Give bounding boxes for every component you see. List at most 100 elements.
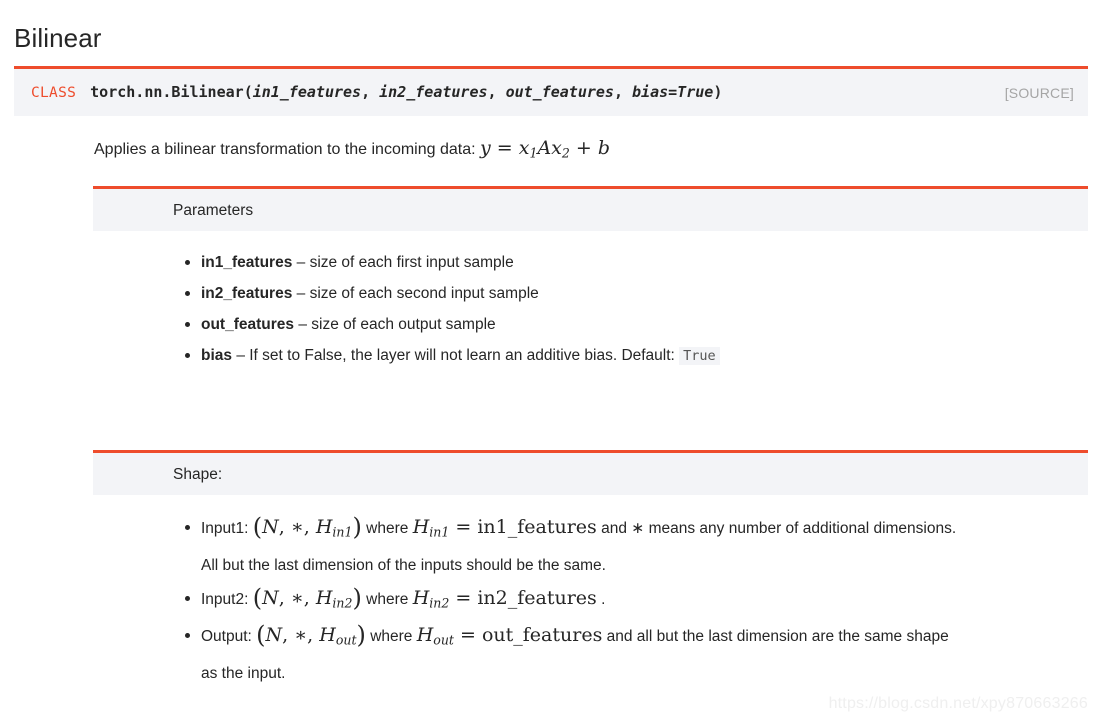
formula-equals: = (490, 137, 519, 159)
shape-continuation-2: as the input. (201, 664, 286, 682)
shape-tail-0: and ∗ means any number of additional dim… (601, 520, 957, 537)
paren-close: ) (352, 583, 362, 612)
formula-x1: x (518, 137, 530, 159)
tuple-H-0: H (315, 516, 333, 538)
paren-open: ( (256, 621, 266, 649)
paren-close: ) (352, 513, 362, 541)
tuple-N-0: N (262, 516, 279, 538)
list-item: out_features – size of each output sampl… (185, 309, 1088, 340)
page-title: Bilinear (14, 23, 102, 54)
source-link[interactable]: [SOURCE] (1005, 85, 1074, 101)
class-description: Applies a bilinear transformation to the… (94, 136, 610, 166)
shape-where-0: where (366, 520, 409, 537)
param-dash-3: – (232, 347, 250, 364)
shape-continuation-0: All but the last dimension of the inputs… (201, 556, 606, 574)
list-item: in2_features – size of each second input… (185, 278, 1088, 309)
eq-H-sub-1: in2 (429, 595, 450, 610)
eq-H-1: H (412, 586, 430, 609)
list-item: Input2: (N, ∗, Hin2) where Hin2 = in2_fe… (185, 582, 1088, 620)
list-item: bias – If set to False, the layer will n… (185, 340, 1088, 372)
signature-close-paren: ) (713, 83, 723, 101)
param-dash-0: – (292, 254, 310, 271)
description-text: Applies a bilinear transformation to the… (94, 141, 476, 158)
eq-H-sub-2: out (433, 632, 454, 648)
tuple-H-sub-0: in1 (332, 524, 353, 540)
tuple-H-sub-1: in2 (332, 595, 353, 610)
tuple-star-0: ∗ (290, 516, 304, 538)
parameters-heading: Parameters (93, 186, 1088, 231)
list-item: in1_features – size of each first input … (185, 247, 1088, 278)
signature-arg-in1-features: in1_features (252, 83, 362, 101)
eq-rhs-0: in1_features (477, 516, 597, 538)
paren-close: ) (356, 621, 366, 649)
param-name-out-features: out_features (201, 316, 295, 333)
parameters-body: in1_features – size of each first input … (93, 231, 1088, 372)
shape-panel: Shape: Input1: (N, ∗, Hin1) where Hin1 =… (93, 450, 1088, 690)
formula-x2-sub: 2 (561, 145, 570, 161)
shape-equation-output: Hout = out_features (416, 624, 603, 648)
param-desc-in1-features: size of each first input sample (309, 254, 514, 271)
tuple-N-1: N (262, 586, 279, 609)
tuple-comma-2b: , (307, 624, 320, 646)
shape-tuple-output: (N, ∗, Hout) (256, 621, 366, 649)
shape-list: Input1: (N, ∗, Hin1) where Hin1 = in1_fe… (93, 511, 1088, 690)
signature-sep-0: , (361, 83, 380, 101)
shape-equation-input1: Hin1 = in1_features (412, 516, 597, 540)
list-item: Output: (N, ∗, Hout) where Hout = out_fe… (185, 619, 1088, 690)
signature-arg-bias: bias=True (632, 83, 714, 101)
param-dash-2: – (294, 316, 312, 333)
eq-equals-1: = (449, 586, 478, 609)
list-item: Input1: (N, ∗, Hin1) where Hin1 = in1_fe… (185, 511, 1088, 582)
tuple-H-sub-2: out (335, 632, 357, 648)
formula-y: y (480, 137, 491, 159)
class-signature-bar: CLASS torch.nn.Bilinear(in1_features, in2… (14, 66, 1088, 116)
shape-equation-input2: Hin2 = in2_features (412, 586, 597, 611)
param-name-in2-features: in2_features (201, 285, 293, 302)
eq-H-sub-0: in1 (429, 524, 450, 540)
formula-plus: + (569, 137, 598, 159)
param-desc-in2-features: size of each second input sample (309, 285, 539, 302)
tuple-comma-0b: , (303, 516, 316, 538)
formula-b: b (597, 137, 611, 159)
shape-where-1: where (366, 590, 409, 608)
tuple-comma-1b: , (303, 586, 316, 609)
formula-x2: x (551, 137, 562, 159)
signature-open-paren: ( (243, 83, 253, 101)
shape-body: Input1: (N, ∗, Hin1) where Hin1 = in1_fe… (93, 495, 1088, 690)
shape-tuple-input1: (N, ∗, Hin1) (252, 513, 362, 541)
shape-label-input2: Input2: (201, 590, 249, 608)
shape-label-input1: Input1: (201, 520, 249, 537)
class-keyword-label: CLASS (31, 85, 77, 101)
formula-A: A (537, 137, 552, 159)
param-name-in1-features: in1_features (201, 254, 293, 271)
signature-sep-1: , (487, 83, 506, 101)
parameters-panel: Parameters in1_features – size of each f… (93, 186, 1088, 372)
signature-arg-out-features: out_features (505, 83, 614, 101)
tuple-N-2: N (265, 624, 283, 646)
eq-H-0: H (412, 516, 430, 538)
shape-tuple-input2: (N, ∗, Hin2) (252, 583, 362, 612)
parameters-list: in1_features – size of each first input … (93, 247, 1088, 372)
tuple-H-2: H (319, 624, 336, 646)
shape-tail-2: and all but the last dimension are the s… (606, 628, 949, 645)
tuple-comma-1a: , (278, 586, 291, 609)
param-dash-1: – (292, 285, 310, 302)
signature-arg-in2-features: in2_features (379, 83, 488, 101)
eq-equals-2: = (453, 624, 482, 646)
eq-H-2: H (416, 624, 434, 646)
param-name-bias: bias (201, 347, 233, 364)
tuple-comma-2a: , (282, 624, 295, 646)
param-default-value-bias: True (679, 347, 720, 365)
bilinear-formula: y = x1Ax2 + b (480, 137, 611, 161)
class-signature-text: CLASS torch.nn.Bilinear(in1_features, in2… (31, 83, 1072, 102)
shape-where-2: where (370, 628, 413, 645)
tuple-H-1: H (315, 586, 333, 609)
shape-tail-1: . (601, 590, 606, 608)
paren-open: ( (252, 583, 263, 612)
tuple-star-1: ∗ (290, 586, 304, 609)
paren-open: ( (252, 513, 263, 541)
param-desc-bias: If set to False, the layer will not lear… (249, 347, 675, 364)
eq-rhs-1: in2_features (477, 586, 597, 609)
class-qualified-name: torch.nn.Bilinear (90, 83, 244, 101)
param-desc-out-features: size of each output sample (311, 316, 496, 333)
